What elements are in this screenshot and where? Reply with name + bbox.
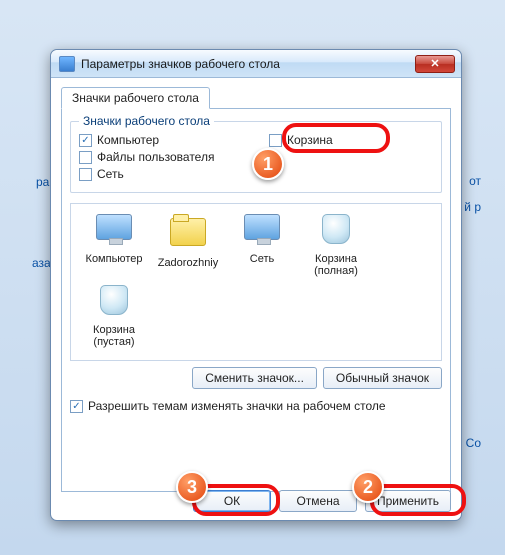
checkbox-label: Компьютер <box>97 133 159 147</box>
computer-icon <box>96 214 132 240</box>
recycle-bin-empty-icon <box>100 285 128 315</box>
checkbox-allow-themes[interactable]: Разрешить темам изменять значки на рабоч… <box>70 399 442 413</box>
icon-item-network[interactable]: Сеть <box>225 214 299 277</box>
icon-label: Компьютер <box>77 253 151 265</box>
icon-label: Zadorozhniy <box>151 257 225 269</box>
icon-item-bin-full[interactable]: Корзина (полная) <box>299 214 373 277</box>
checkbox-network[interactable]: Сеть <box>79 167 229 181</box>
bg-text: аза <box>32 256 51 270</box>
icon-label: Корзина (пустая) <box>77 324 151 348</box>
change-icon-button[interactable]: Сменить значок... <box>192 367 317 389</box>
annotation-badge-2: 2 <box>352 471 384 503</box>
window-title: Параметры значков рабочего стола <box>81 57 415 71</box>
icon-item-computer[interactable]: Компьютер <box>77 214 151 277</box>
checkbox-label: Разрешить темам изменять значки на рабоч… <box>88 399 386 413</box>
checkbox-icon <box>79 134 92 147</box>
checkbox-label: Файлы пользователя <box>97 150 214 164</box>
close-button[interactable]: ✕ <box>415 55 455 73</box>
annotation-badge-3: 3 <box>176 471 208 503</box>
icon-item-userfiles[interactable]: Zadorozhniy <box>151 214 225 277</box>
checkbox-computer[interactable]: Компьютер <box>79 133 229 147</box>
checkbox-icon <box>70 400 83 413</box>
checkbox-label: Сеть <box>97 167 124 181</box>
icon-label: Корзина (полная) <box>299 253 373 277</box>
dialog-window: Параметры значков рабочего стола ✕ Значк… <box>50 49 462 521</box>
bg-text: й р <box>464 200 481 214</box>
titlebar[interactable]: Параметры значков рабочего стола ✕ <box>51 50 461 78</box>
cancel-button[interactable]: Отмена <box>279 490 357 512</box>
default-icon-button[interactable]: Обычный значок <box>323 367 442 389</box>
recycle-bin-full-icon <box>322 214 350 244</box>
checkbox-label: Корзина <box>287 133 333 147</box>
annotation-badge-1: 1 <box>252 148 284 180</box>
network-icon <box>244 214 280 240</box>
bg-text: от <box>469 174 481 188</box>
group-title: Значки рабочего стола <box>79 114 214 128</box>
tab-desktop-icons[interactable]: Значки рабочего стола <box>61 87 210 109</box>
app-icon <box>59 56 75 72</box>
checkbox-user-files[interactable]: Файлы пользователя <box>79 150 229 164</box>
checkbox-recycle-bin[interactable]: Корзина <box>269 133 433 147</box>
checkbox-icon <box>79 151 92 164</box>
icon-label: Сеть <box>225 253 299 265</box>
checkbox-icon <box>79 168 92 181</box>
icon-item-bin-empty[interactable]: Корзина (пустая) <box>77 285 151 348</box>
icon-preview-list: Компьютер Zadorozhniy Сеть Корзина (полн… <box>70 203 442 361</box>
close-icon: ✕ <box>430 57 439 70</box>
checkbox-icon <box>269 134 282 147</box>
folder-icon <box>170 218 206 246</box>
bg-text: Со <box>466 436 481 450</box>
